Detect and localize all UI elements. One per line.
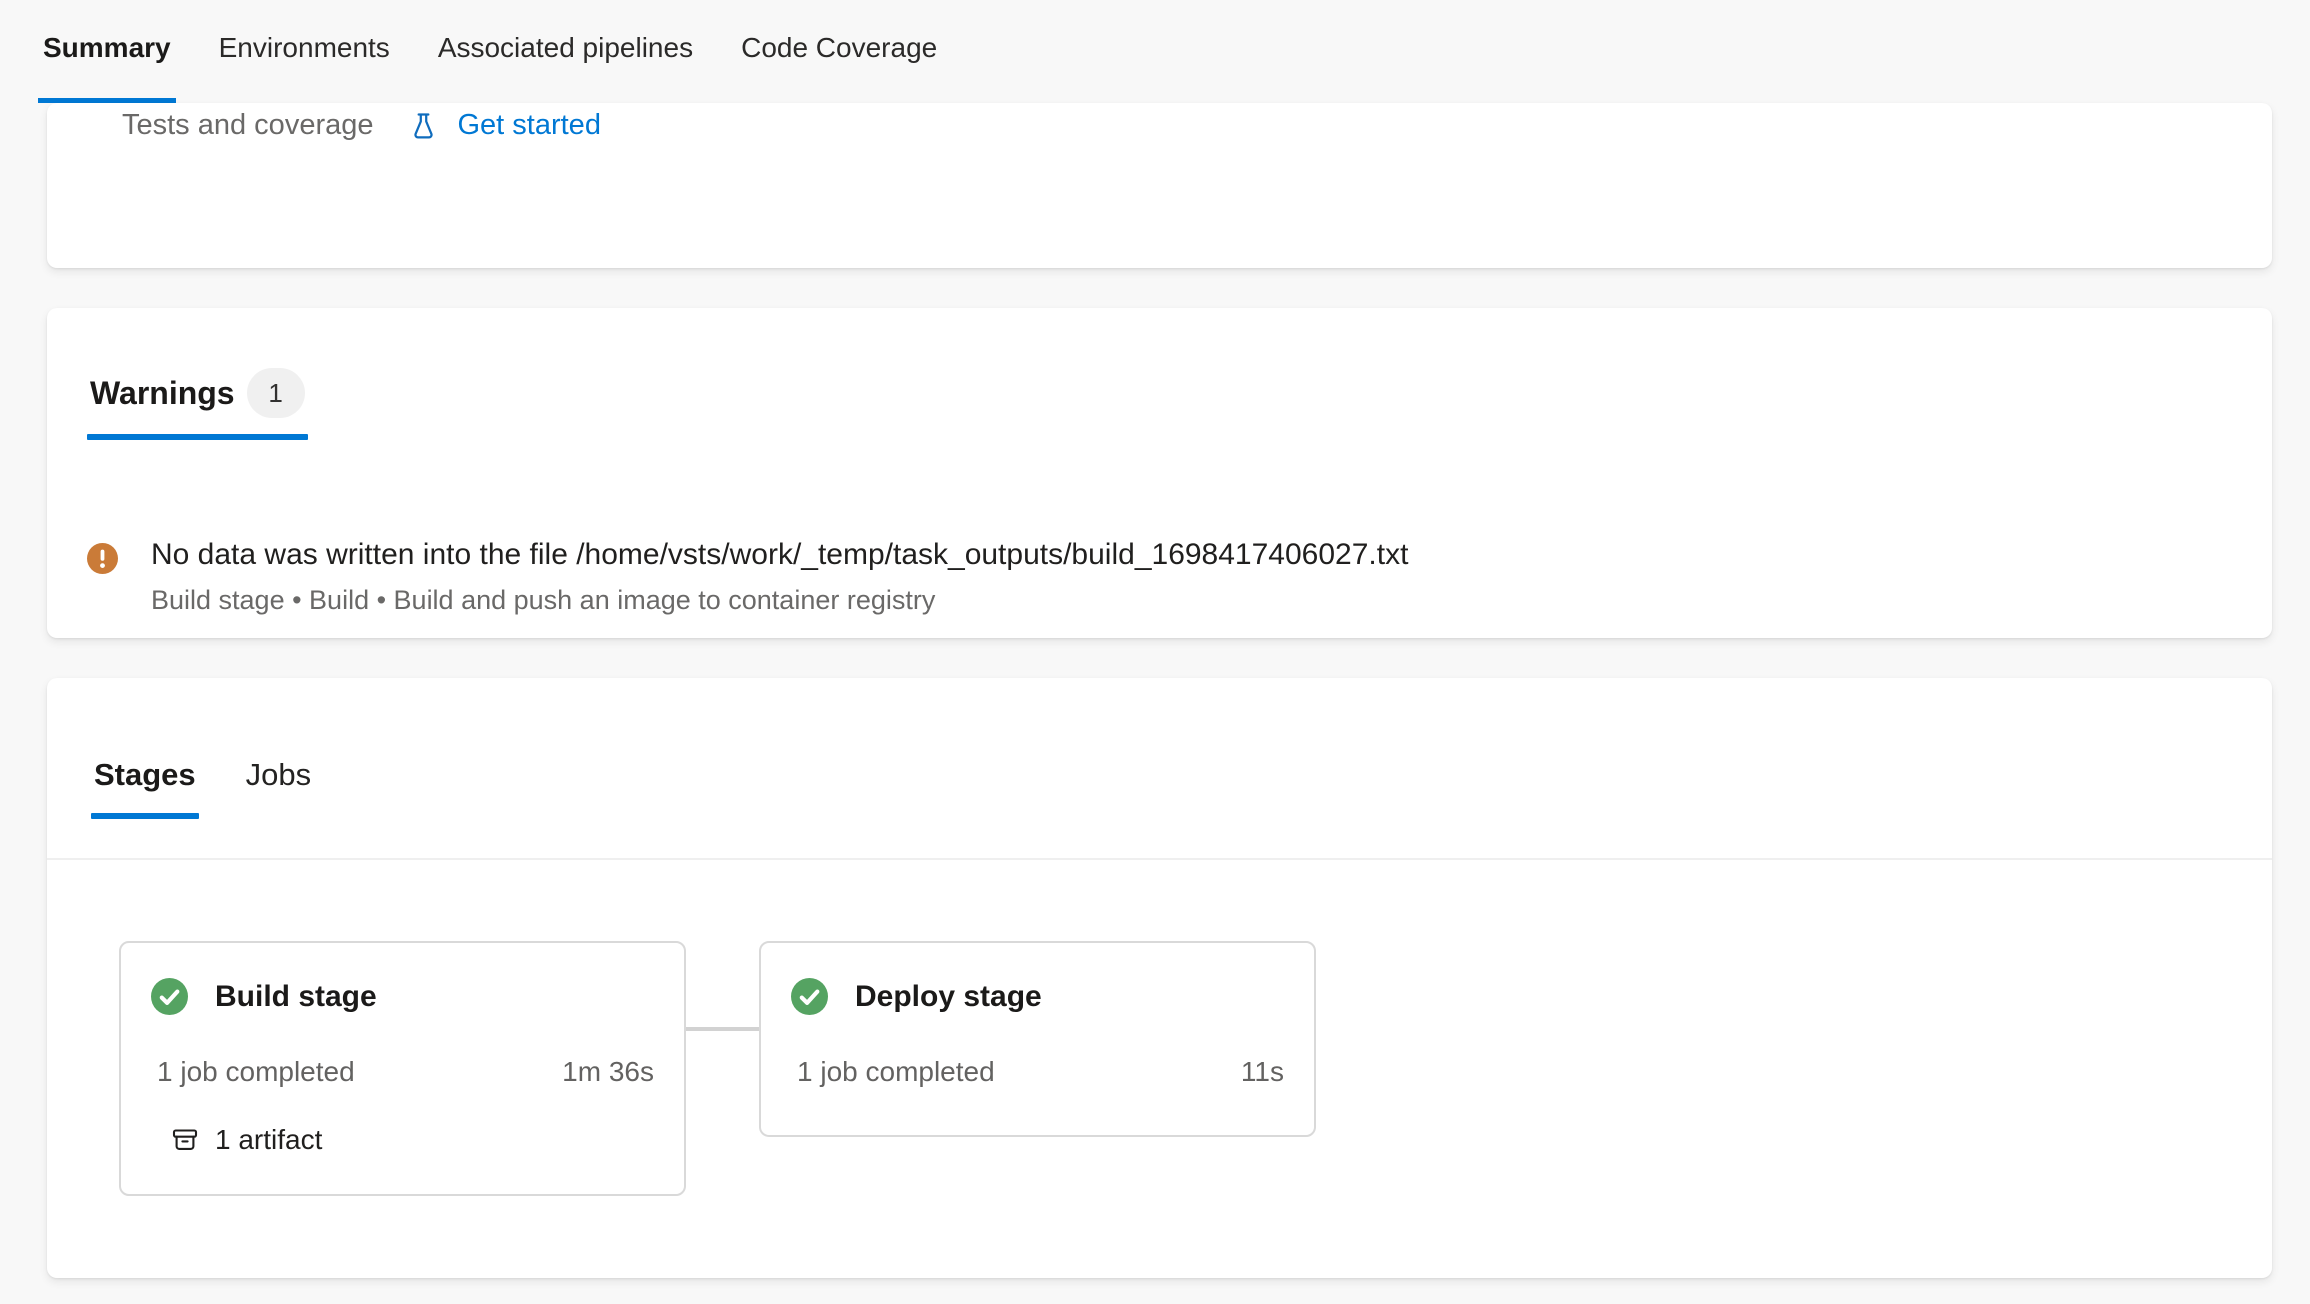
tab-code-coverage-label: Code Coverage xyxy=(741,32,937,64)
warnings-pivot-underline xyxy=(87,434,308,440)
tab-code-coverage[interactable]: Code Coverage xyxy=(741,0,937,103)
check-circle-icon xyxy=(791,978,828,1015)
deploy-stage-jobs-summary: 1 job completed xyxy=(797,1056,995,1088)
deploy-stage-duration: 11s xyxy=(1241,1056,1284,1088)
deploy-stage-header: Deploy stage xyxy=(791,978,1284,1015)
warning-source: Build stage • Build • Build and push an … xyxy=(151,583,1408,617)
warnings-pivot-tab[interactable]: Warnings 1 xyxy=(87,368,308,440)
build-stage-duration: 1m 36s xyxy=(562,1056,654,1088)
stages-graph-canvas: Build stage 1 job completed 1m 36s 1 art… xyxy=(47,858,2272,1278)
stages-tab-label: Stages xyxy=(94,753,196,797)
tests-coverage-row: Tests and coverage Get started xyxy=(47,103,2272,145)
get-started-link[interactable]: Get started xyxy=(457,109,600,142)
warnings-card: Warnings 1 No data was written into the … xyxy=(47,308,2272,638)
warnings-count-badge: 1 xyxy=(247,368,305,418)
build-stage-artifacts-label: 1 artifact xyxy=(215,1124,322,1156)
warning-item: No data was written into the file /home/… xyxy=(87,536,2272,617)
tab-stages[interactable]: Stages xyxy=(91,753,199,819)
deploy-stage-title: Deploy stage xyxy=(855,980,1042,1014)
stages-pivot-bar: Stages Jobs xyxy=(47,678,2272,819)
build-stage-header: Build stage xyxy=(151,978,654,1015)
stage-card-deploy[interactable]: Deploy stage 1 job completed 11s xyxy=(759,941,1316,1137)
build-stage-jobs-summary: 1 job completed xyxy=(157,1056,355,1088)
build-stage-title: Build stage xyxy=(215,980,377,1014)
tab-summary[interactable]: Summary xyxy=(43,0,171,103)
tab-associated-pipelines-label: Associated pipelines xyxy=(438,32,693,64)
tab-environments[interactable]: Environments xyxy=(219,0,390,103)
stages-pivot-underline xyxy=(91,813,199,819)
warning-icon xyxy=(87,543,118,574)
stage-card-build[interactable]: Build stage 1 job completed 1m 36s 1 art… xyxy=(119,941,686,1196)
stages-card: Stages Jobs Build stage xyxy=(47,678,2272,1278)
pipeline-run-summary-page: Summary Environments Associated pipeline… xyxy=(0,0,2310,1278)
check-circle-icon xyxy=(151,978,188,1015)
warning-text-block: No data was written into the file /home/… xyxy=(151,536,1408,617)
stage-connector-line xyxy=(686,1027,761,1031)
deploy-stage-meta: 1 job completed 11s xyxy=(797,1056,1284,1088)
tab-environments-label: Environments xyxy=(219,32,390,64)
tab-jobs[interactable]: Jobs xyxy=(243,753,314,797)
run-tab-bar: Summary Environments Associated pipeline… xyxy=(0,0,2310,103)
warning-message: No data was written into the file /home/… xyxy=(151,536,1408,574)
stages-pivot-content: Stages xyxy=(91,753,199,797)
tab-summary-label: Summary xyxy=(43,32,171,64)
beaker-icon xyxy=(408,110,439,141)
build-stage-meta: 1 job completed 1m 36s xyxy=(157,1056,654,1088)
tests-coverage-card: Tests and coverage Get started xyxy=(47,103,2272,268)
build-stage-artifacts-link[interactable]: 1 artifact xyxy=(170,1124,684,1156)
warnings-title: Warnings xyxy=(90,368,235,418)
tests-coverage-label: Tests and coverage xyxy=(122,109,373,142)
warnings-pivot-content: Warnings 1 xyxy=(87,368,308,418)
archive-box-icon xyxy=(170,1125,200,1155)
tab-associated-pipelines[interactable]: Associated pipelines xyxy=(438,0,693,103)
